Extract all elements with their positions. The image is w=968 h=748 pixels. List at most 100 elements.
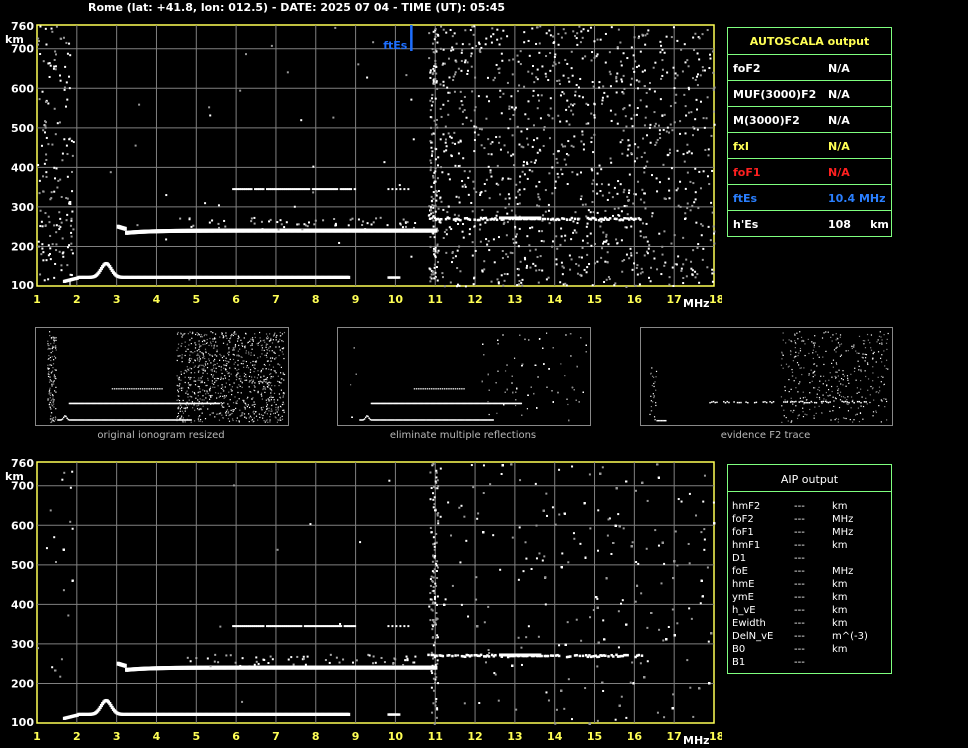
aip-unit: MHz <box>832 527 854 538</box>
aip-label: ymE <box>732 592 754 603</box>
aip-label: hmF2 <box>732 501 761 512</box>
x-tick-label: 18 <box>709 293 722 306</box>
x-tick-label: 12 <box>467 293 482 306</box>
autoscala-label: ftEs <box>733 192 758 205</box>
aip-row-hmf2: hmF2 --- km <box>728 501 891 514</box>
aip-value: --- <box>794 540 805 551</box>
x-tick-label: 18 <box>709 730 722 743</box>
aip-row-hme: hmE --- km <box>728 579 891 592</box>
autoscala-row-fxi: fxI N/A <box>728 132 891 159</box>
y-tick-label: 200 <box>11 240 34 253</box>
aip-label: foE <box>732 566 748 577</box>
autoscala-value: N/A <box>828 88 850 101</box>
aip-value: --- <box>794 618 805 629</box>
autoscala-label: fxI <box>733 140 749 153</box>
x-tick-label: 3 <box>113 730 121 743</box>
thumbnail-eliminate-reflections <box>337 327 591 426</box>
autoscala-row-ftes: ftEs 10.4 MHz <box>728 184 891 211</box>
x-tick-label: 7 <box>272 293 280 306</box>
y-unit-label: km <box>5 470 24 483</box>
y-tick-label: 500 <box>11 122 34 135</box>
aip-label: hmE <box>732 579 755 590</box>
aip-unit: km <box>832 501 848 512</box>
autoscala-value: 10.4 MHz <box>828 192 886 205</box>
aip-unit: m^(-3) <box>832 631 868 642</box>
y-tick-label: 200 <box>11 677 34 690</box>
x-unit-label: MHz <box>683 734 710 747</box>
aip-value: --- <box>794 644 805 655</box>
thumbnail-caption-f2: evidence F2 trace <box>720 430 811 441</box>
y-unit-label: km <box>5 33 24 46</box>
x-tick-label: 2 <box>73 730 81 743</box>
autoscala-value: N/A <box>828 114 850 127</box>
x-tick-label: 11 <box>428 293 443 306</box>
thumbnail-original <box>35 327 289 426</box>
x-tick-label: 2 <box>73 293 81 306</box>
aip-row-foe: foE --- MHz <box>728 566 891 579</box>
autoscala-output-panel: AUTOSCALA output foF2 N/A MUF(3000)F2 N/A M(… <box>727 27 892 237</box>
x-tick-label: 5 <box>192 293 200 306</box>
aip-value: --- <box>794 592 805 603</box>
thumbnail-caption-original: original ionogram resized <box>97 430 225 441</box>
aip-label: foF1 <box>732 527 754 538</box>
aip-value: --- <box>794 501 805 512</box>
x-tick-label: 6 <box>232 293 240 306</box>
x-tick-label: 16 <box>627 293 643 306</box>
x-tick-label: 14 <box>547 730 563 743</box>
x-tick-label: 1 <box>33 293 41 306</box>
x-tick-label: 9 <box>352 730 360 743</box>
aip-unit: MHz <box>832 514 854 525</box>
aip-row-ewidth: Ewidth --- km <box>728 618 891 631</box>
aip-row-yme: ymE --- km <box>728 592 891 605</box>
autoscala-value: N/A <box>828 166 850 179</box>
aip-value: --- <box>794 514 805 525</box>
x-tick-label: 15 <box>587 293 602 306</box>
aip-label: B1 <box>732 657 746 668</box>
autoscala-row-m-3000-f2: M(3000)F2 N/A <box>728 106 891 133</box>
autoscala-value: 108 km <box>828 218 889 231</box>
ionogram-main: 100200300400500600700760km1 2 3 4 5 6 7 8 9 10 11 1… <box>5 20 722 310</box>
aip-value: --- <box>794 553 805 564</box>
aip-label: h_vE <box>732 605 756 616</box>
x-tick-label: 9 <box>352 293 360 306</box>
aip-label: Ewidth <box>732 618 766 629</box>
autoscala-title: AUTOSCALA output <box>749 35 870 48</box>
x-tick-label: 16 <box>627 730 643 743</box>
aip-label: hmF1 <box>732 540 761 551</box>
x-tick-label: 14 <box>547 293 563 306</box>
x-unit-label: MHz <box>683 297 710 310</box>
x-tick-label: 15 <box>587 730 602 743</box>
aip-row-h-ve: h_vE --- km <box>728 605 891 618</box>
aip-row-b1: B1 --- <box>728 657 891 670</box>
aip-title: AIP output <box>780 473 839 486</box>
autoscala-label: M(3000)F2 <box>733 114 800 127</box>
aip-row-hmf1: hmF1 --- km <box>728 540 891 553</box>
autoscala-row-h-es: h'Es 108 km <box>728 210 891 237</box>
aip-unit: km <box>832 592 848 603</box>
autoscala-row-muf-3000-f2: MUF(3000)F2 N/A <box>728 80 891 107</box>
x-tick-label: 8 <box>312 293 320 306</box>
autoscala-value: N/A <box>828 62 850 75</box>
x-tick-label: 12 <box>467 730 482 743</box>
y-tick-label: 100 <box>11 279 34 292</box>
x-tick-label: 3 <box>113 293 121 306</box>
aip-value: --- <box>794 566 805 577</box>
x-tick-label: 4 <box>153 293 161 306</box>
aip-unit: km <box>832 605 848 616</box>
autoscala-label: foF2 <box>733 62 761 75</box>
thumbnail-caption-eliminate: eliminate multiple reflections <box>389 430 537 441</box>
autoscala-label: foF1 <box>733 166 761 179</box>
aip-unit: km <box>832 579 848 590</box>
aip-row-deln-ve: DelN_vE --- m^(-3) <box>728 631 891 644</box>
aip-value: --- <box>794 657 805 668</box>
aip-value: --- <box>794 527 805 538</box>
x-tick-label: 5 <box>192 730 200 743</box>
aip-label: DelN_vE <box>732 631 774 642</box>
x-tick-label: 11 <box>428 730 443 743</box>
aip-value: --- <box>794 579 805 590</box>
y-tick-label: 300 <box>11 638 34 651</box>
autoscala-value: N/A <box>828 140 850 153</box>
aip-output-panel: AIP output hmF2 --- km foF2 --- MHz foF1 --- MHz… <box>727 464 892 674</box>
aip-row-d1: D1 --- <box>728 553 891 566</box>
station-header: Rome (lat: +41.8, lon: 012.5) - DATE: 20… <box>88 1 506 14</box>
